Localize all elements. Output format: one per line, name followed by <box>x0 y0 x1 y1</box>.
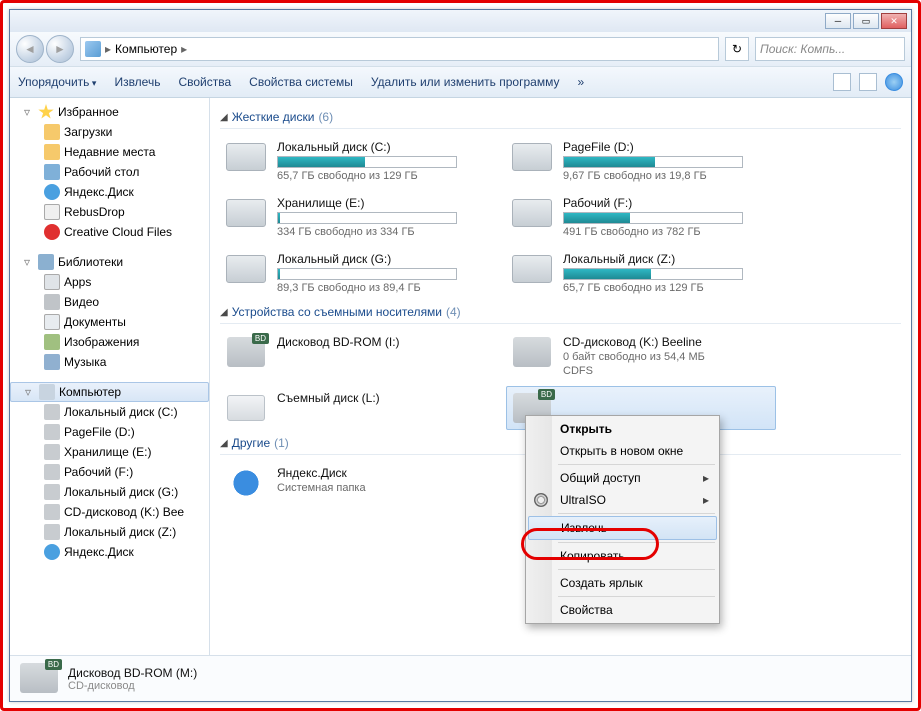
ultraiso-icon <box>534 493 548 507</box>
drive-f[interactable]: Рабочий (F:)491 ГБ свободно из 782 ГБ <box>506 191 776 243</box>
forward-button[interactable]: ► <box>46 35 74 63</box>
tree-item-libraries[interactable]: ▿Библиотеки <box>10 252 209 272</box>
tree-item-documents[interactable]: Документы <box>10 312 209 332</box>
ctx-copy[interactable]: Копировать <box>528 545 717 567</box>
organize-menu[interactable]: Упорядочить <box>18 75 96 89</box>
nav-tree: ▿Избранное Загрузки Недавние места Рабоч… <box>10 98 210 655</box>
status-bar: Дисковод BD-ROM (M:) CD-дисковод <box>10 655 911 701</box>
tree-item-drive-k[interactable]: CD-дисковод (K:) Bee <box>10 502 209 522</box>
maximize-button[interactable]: ▭ <box>853 13 879 29</box>
group-removable[interactable]: ◢Устройства со съемными носителями (4) <box>220 299 901 324</box>
search-placeholder: Поиск: Компь... <box>760 42 845 56</box>
tree-item-drive-f[interactable]: Рабочий (F:) <box>10 462 209 482</box>
refresh-button[interactable]: ↻ <box>725 37 749 61</box>
ctx-properties[interactable]: Свойства <box>528 599 717 621</box>
tree-item-music[interactable]: Музыка <box>10 352 209 372</box>
drive-z[interactable]: Локальный диск (Z:)65,7 ГБ свободно из 1… <box>506 247 776 299</box>
chevron-right-icon: ▸ <box>181 42 187 56</box>
tree-item-video[interactable]: Видео <box>10 292 209 312</box>
minimize-button[interactable]: ─ <box>825 13 851 29</box>
ctx-ultraiso[interactable]: UltraISO <box>528 489 717 511</box>
command-bar: Упорядочить Извлечь Свойства Свойства си… <box>10 66 911 98</box>
preview-pane-button[interactable] <box>859 73 877 91</box>
status-title: Дисковод BD-ROM (M:) <box>68 666 197 680</box>
status-sub: CD-дисковод <box>68 680 197 692</box>
breadcrumb[interactable]: ▸ Компьютер ▸ <box>80 37 719 61</box>
ctx-open[interactable]: Открыть <box>528 418 717 440</box>
drive-g[interactable]: Локальный диск (G:)89,3 ГБ свободно из 8… <box>220 247 490 299</box>
uninstall-button[interactable]: Удалить или изменить программу <box>371 75 560 89</box>
drive-cd-k[interactable]: CD-дисковод (K:) Beeline0 байт свободно … <box>506 330 776 382</box>
tree-item-rebusdrop[interactable]: RebusDrop <box>10 202 209 222</box>
view-options-button[interactable] <box>833 73 851 91</box>
drive-d[interactable]: PageFile (D:)9,67 ГБ свободно из 19,8 ГБ <box>506 135 776 187</box>
computer-icon <box>85 41 101 57</box>
drive-removable-l[interactable]: Съемный диск (L:) <box>220 386 490 430</box>
tree-item-cc[interactable]: Creative Cloud Files <box>10 222 209 242</box>
group-hdd[interactable]: ◢Жесткие диски (6) <box>220 104 901 129</box>
ctx-eject[interactable]: Извлечь <box>528 516 717 540</box>
tree-item-recent[interactable]: Недавние места <box>10 142 209 162</box>
tree-item-desktop[interactable]: Рабочий стол <box>10 162 209 182</box>
ctx-share[interactable]: Общий доступ <box>528 467 717 489</box>
titlebar: ─ ▭ ✕ <box>10 10 911 32</box>
drive-e[interactable]: Хранилище (E:)334 ГБ свободно из 334 ГБ <box>220 191 490 243</box>
system-properties-button[interactable]: Свойства системы <box>249 75 353 89</box>
tree-item-drive-c[interactable]: Локальный диск (C:) <box>10 402 209 422</box>
eject-button[interactable]: Извлечь <box>114 75 160 89</box>
tree-item-yadisk[interactable]: Яндекс.Диск <box>10 182 209 202</box>
tree-item-favorites[interactable]: ▿Избранное <box>10 102 209 122</box>
close-button[interactable]: ✕ <box>881 13 907 29</box>
tree-item-computer[interactable]: ▿Компьютер <box>10 382 209 402</box>
drive-yadisk[interactable]: Яндекс.ДискСистемная папка <box>220 461 490 505</box>
chevron-right-icon: ▸ <box>105 42 111 56</box>
context-menu: Открыть Открыть в новом окне Общий досту… <box>525 415 720 624</box>
drive-c[interactable]: Локальный диск (C:)65,7 ГБ свободно из 1… <box>220 135 490 187</box>
tree-item-yadisk2[interactable]: Яндекс.Диск <box>10 542 209 562</box>
nav-row: ◄ ► ▸ Компьютер ▸ ↻ Поиск: Компь... <box>10 32 911 66</box>
tree-item-drive-e[interactable]: Хранилище (E:) <box>10 442 209 462</box>
breadcrumb-location[interactable]: Компьютер <box>115 42 177 56</box>
back-button[interactable]: ◄ <box>16 35 44 63</box>
tree-item-drive-z[interactable]: Локальный диск (Z:) <box>10 522 209 542</box>
ctx-open-new-window[interactable]: Открыть в новом окне <box>528 440 717 462</box>
overflow-chevron-icon[interactable] <box>577 75 584 89</box>
drive-bd-i[interactable]: Дисковод BD-ROM (I:) <box>220 330 490 382</box>
search-input[interactable]: Поиск: Компь... <box>755 37 905 61</box>
tree-item-drive-g[interactable]: Локальный диск (G:) <box>10 482 209 502</box>
properties-button[interactable]: Свойства <box>178 75 231 89</box>
tree-item-drive-d[interactable]: PageFile (D:) <box>10 422 209 442</box>
ctx-create-shortcut[interactable]: Создать ярлык <box>528 572 717 594</box>
help-icon[interactable] <box>885 73 903 91</box>
tree-item-downloads[interactable]: Загрузки <box>10 122 209 142</box>
tree-item-images[interactable]: Изображения <box>10 332 209 352</box>
tree-item-apps[interactable]: Apps <box>10 272 209 292</box>
